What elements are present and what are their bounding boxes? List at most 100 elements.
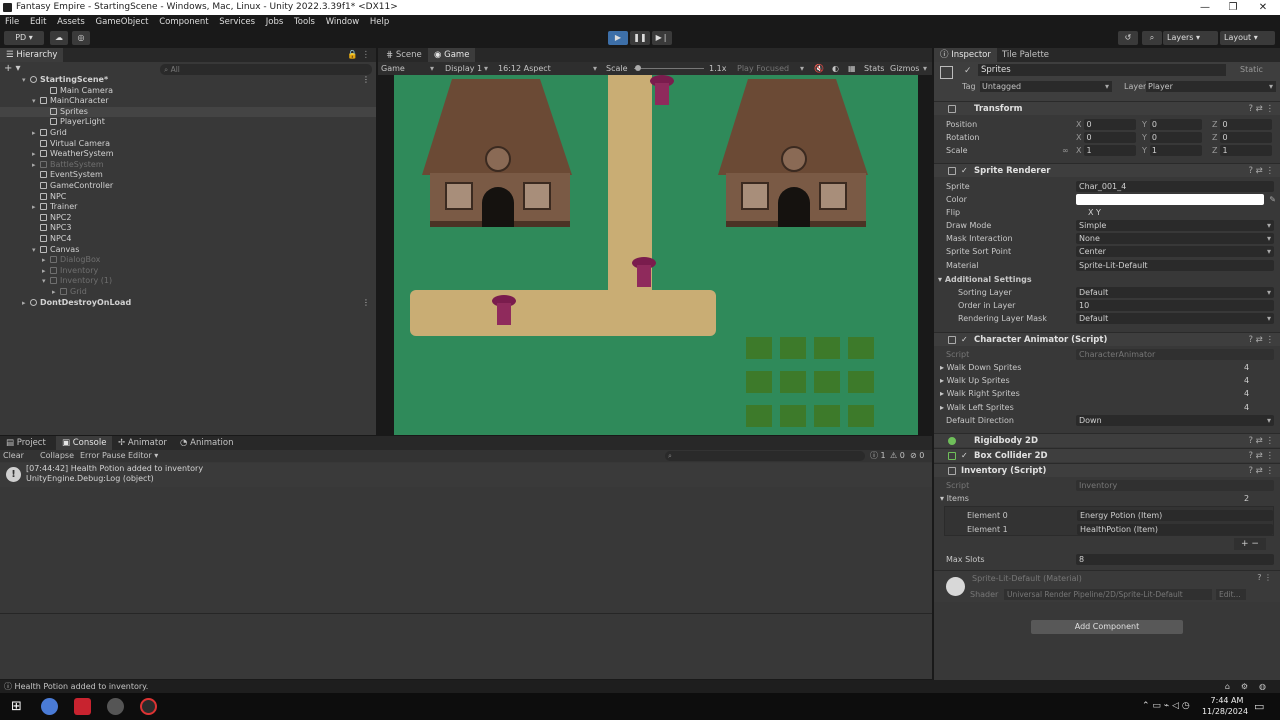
component-menu-icon[interactable]: ? ⇄ ⋮ [1248,464,1274,478]
rotation-y-field[interactable]: Y0 [1142,132,1202,143]
sprite-field[interactable]: Char_001_4 [1076,181,1274,192]
row-menu-icon[interactable]: ⋮ [362,298,370,309]
material-menu-icon[interactable]: ? ⋮ [1257,573,1272,582]
mask-interaction-dropdown[interactable]: None [1076,233,1274,244]
component-menu-icon[interactable]: ? ⇄ ⋮ [1248,164,1274,178]
object-name-field[interactable]: Sprites [978,64,1226,76]
shader-dropdown[interactable]: Universal Render Pipeline/2D/Sprite-Lit-… [1004,589,1212,600]
order-in-layer-field[interactable]: 10 [1076,300,1274,311]
menu-jobs[interactable]: Jobs [266,17,284,27]
walk-right-row[interactable]: ▸ Walk Right Sprites 4 [934,387,1280,400]
active-checkbox[interactable]: ✓ [964,66,972,76]
taskbar-app-2-icon[interactable] [74,698,91,715]
hierarchy-row[interactable]: Main Camera [0,86,376,97]
layers-dropdown[interactable]: Layers ▾ [1163,31,1218,45]
tab-inspector[interactable]: ⓘ Inspector [934,48,997,62]
sprite-renderer-enabled-checkbox[interactable]: ✓ [961,167,969,175]
expand-arrow-icon[interactable]: ▸ [52,287,60,298]
menu-tools[interactable]: Tools [294,17,315,27]
editor-dropdown[interactable]: Editor ▾ [128,450,158,462]
walk-down-count[interactable]: 4 [1244,361,1249,374]
play-focused-dropdown[interactable]: Play Focused [737,62,807,75]
menu-edit[interactable]: Edit [30,17,46,27]
sprite-renderer-header[interactable]: ✓ Sprite Renderer ? ⇄ ⋮ [934,163,1280,177]
tab-project[interactable]: ▤ Project [0,436,52,450]
taskbar-app-1-icon[interactable] [41,698,58,715]
eyedropper-icon[interactable]: ✎ [1269,193,1276,206]
menu-window[interactable]: Window [326,17,360,27]
max-slots-field[interactable]: 8 [1076,554,1274,565]
play-button[interactable]: ▶ [608,31,628,45]
hierarchy-row[interactable]: ▸ BattleSystem [0,160,376,171]
scale-slider[interactable] [634,68,704,69]
status-icon-c[interactable]: ◍ [1259,680,1266,693]
position-x-field[interactable]: X0 [1076,119,1137,130]
clock-time[interactable]: 7:44 AM [1207,696,1247,705]
hierarchy-row[interactable]: ▾ MainCharacter [0,96,376,107]
hierarchy-row[interactable]: ▸ Inventory [0,266,376,277]
box-collider-header[interactable]: ✓ Box Collider 2D ? ⇄ ⋮ [934,448,1280,462]
character-animator-enabled-checkbox[interactable]: ✓ [961,336,969,344]
items-count[interactable]: 2 [1244,492,1249,505]
hierarchy-row[interactable]: ▾ StartingScene* ⋮ [0,75,376,86]
scale-z-field[interactable]: Z1 [1212,145,1273,156]
rotation-z-field[interactable]: Z0 [1212,132,1273,143]
color-swatch[interactable] [1076,194,1264,205]
transform-header[interactable]: Transform ? ⇄ ⋮ [934,101,1280,115]
display-dropdown[interactable]: Display 1 [445,62,491,75]
link-icon[interactable]: ∞ [1062,144,1069,157]
element-1-field[interactable]: HealthPotion (Item) [1077,524,1273,535]
collab-icon[interactable]: ◎ [72,31,90,45]
info-count-badge[interactable]: ⓘ 1 [870,450,886,462]
windows-start-icon[interactable]: ⊞ [8,698,25,715]
hierarchy-row[interactable]: NPC3 [0,223,376,234]
menu-gameobject[interactable]: GameObject [95,17,148,27]
rotation-x-field[interactable]: X0 [1076,132,1137,143]
layout-dropdown[interactable]: Layout ▾ [1220,31,1275,45]
hierarchy-row[interactable]: Sprites [0,106,376,118]
hierarchy-row[interactable]: EventSystem [0,170,376,181]
tab-scene[interactable]: ⋕ Scene [380,48,428,62]
add-component-button[interactable]: Add Component [1031,620,1183,634]
grid-icon[interactable]: ▦ [848,62,856,75]
expand-arrow-icon[interactable]: ▸ [32,160,40,171]
clear-button[interactable]: Clear [3,450,24,462]
inventory-header[interactable]: Inventory (Script) ? ⇄ ⋮ [934,463,1280,477]
menu-file[interactable]: File [5,17,19,27]
rigidbody-header[interactable]: Rigidbody 2D ? ⇄ ⋮ [934,433,1280,447]
hierarchy-search-input[interactable]: ⌕ All [160,64,372,75]
walk-up-count[interactable]: 4 [1244,374,1249,387]
expand-arrow-icon[interactable]: ▸ [42,255,50,266]
menu-help[interactable]: Help [370,17,389,27]
list-add-remove-buttons[interactable]: + − [1234,538,1266,550]
walk-down-row[interactable]: ▸ Walk Down Sprites 4 [934,361,1280,374]
status-icon-a[interactable]: ⌂ [1225,680,1230,693]
row-menu-icon[interactable]: ⋮ [362,75,370,86]
stats-button[interactable]: Stats [864,62,884,75]
character-animator-header[interactable]: ✓ Character Animator (Script) ? ⇄ ⋮ [934,332,1280,346]
mute-audio-icon[interactable]: 🔇 [814,62,824,75]
search-icon[interactable]: ⌕ [1142,31,1162,45]
hierarchy-row[interactable]: Virtual Camera [0,139,376,150]
walk-up-row[interactable]: ▸ Walk Up Sprites 4 [934,374,1280,387]
tag-dropdown[interactable]: Untagged [980,81,1112,92]
error-count-badge[interactable]: ⊘ 0 [910,450,924,462]
expand-arrow-icon[interactable]: ▸ [32,128,40,139]
minimize-button[interactable]: — [1190,0,1220,15]
flip-toggles[interactable]: X Y [1088,206,1101,219]
shader-edit-button[interactable]: Edit... [1216,589,1246,600]
sort-point-dropdown[interactable]: Center [1076,246,1274,257]
additional-settings-row[interactable]: ▾ Additional Settings [934,273,1280,286]
draw-mode-dropdown[interactable]: Simple [1076,220,1274,231]
tab-hierarchy[interactable]: ☰ Hierarchy [0,48,64,62]
hierarchy-row[interactable]: NPC4 [0,234,376,245]
walk-left-row[interactable]: ▸ Walk Left Sprites 4 [934,401,1280,414]
collapse-button[interactable]: Collapse [40,450,74,462]
hierarchy-row[interactable]: NPC [0,192,376,203]
add-object-button[interactable]: + ▾ [4,63,21,74]
hierarchy-row[interactable]: ▸ Trainer [0,202,376,213]
warning-count-badge[interactable]: ⚠ 0 [890,450,905,462]
console-search-input[interactable]: ⌕ [665,451,865,461]
items-row[interactable]: ▾ Items 2 [934,492,1280,505]
material-field[interactable]: Sprite-Lit-Default [1076,260,1274,271]
